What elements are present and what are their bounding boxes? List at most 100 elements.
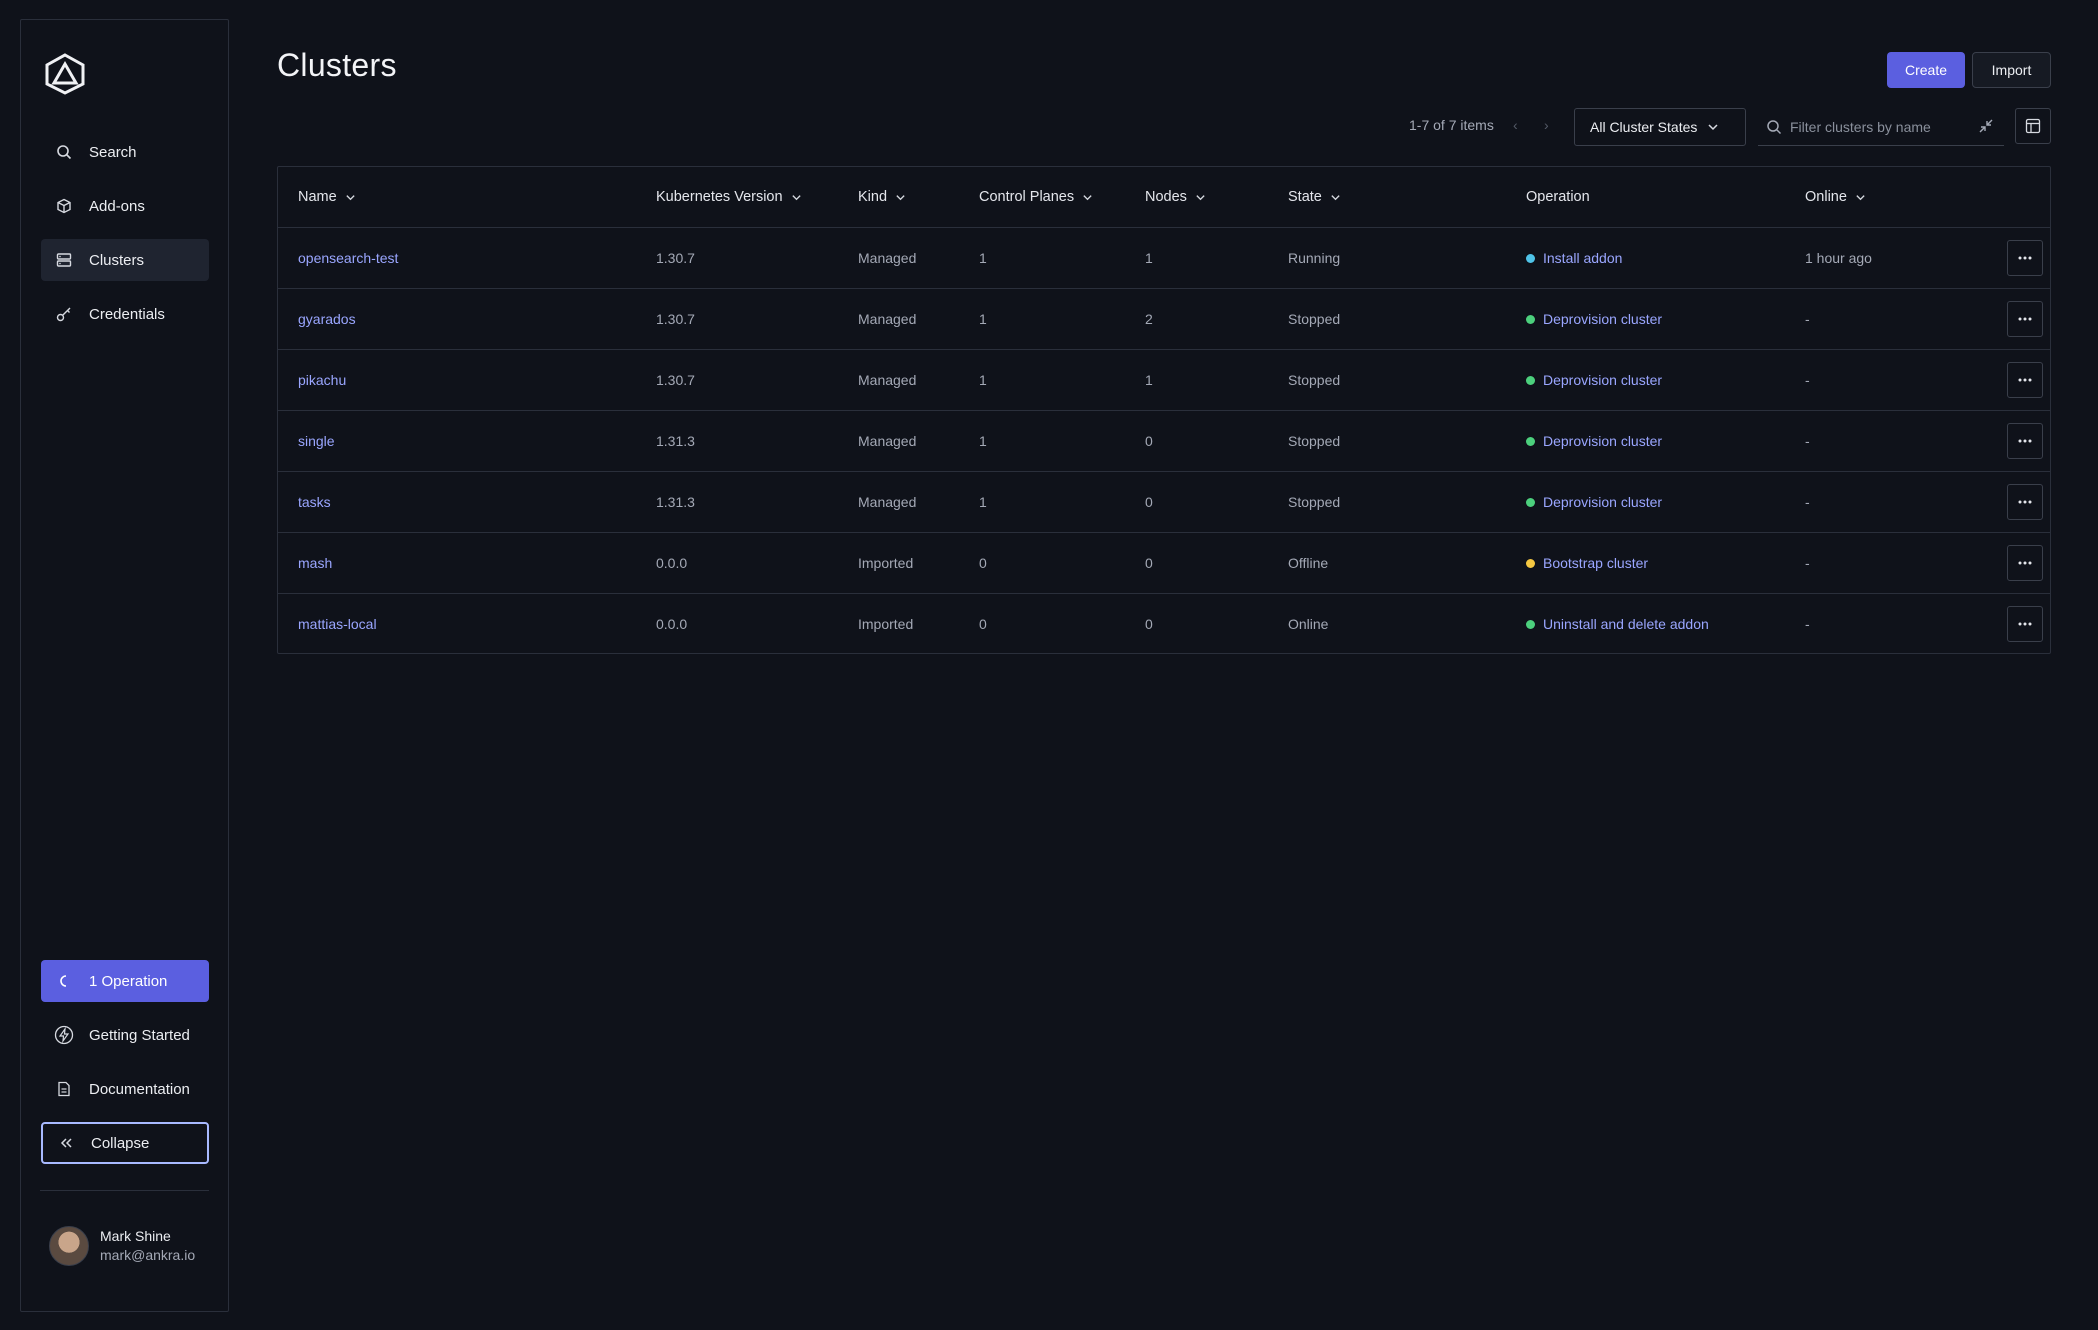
operation-link[interactable]: Uninstall and delete addon: [1543, 616, 1709, 632]
table-row[interactable]: mash 0.0.0 Imported 0 0 Offline Bootstrap clus…: [278, 533, 2050, 594]
cluster-name-link[interactable]: mattias-local: [298, 594, 377, 654]
online-status: -: [1805, 311, 1810, 327]
control-planes-count: 1: [979, 433, 987, 449]
nav-item-search[interactable]: Search: [41, 131, 209, 173]
cluster-name-link[interactable]: tasks: [298, 472, 331, 532]
kubernetes-version: 1.30.7: [656, 250, 695, 266]
cluster-kind: Managed: [858, 311, 917, 327]
key-icon: [54, 304, 74, 324]
column-header-nodes[interactable]: Nodes: [1145, 167, 1206, 227]
row-actions-button[interactable]: [2007, 545, 2043, 581]
column-label: Kind: [858, 189, 888, 205]
control-planes-count: 1: [979, 494, 987, 510]
column-header-kind[interactable]: Kind: [858, 167, 906, 227]
cluster-kind: Managed: [858, 250, 917, 266]
filter-field: [1758, 108, 2004, 146]
table-row[interactable]: opensearch-test 1.30.7 Managed 1 1 Running Ins…: [278, 228, 2050, 289]
table-layout-button[interactable]: [2015, 108, 2051, 144]
column-header-control-planes[interactable]: Control Planes: [979, 167, 1093, 227]
operation-link[interactable]: Install addon: [1543, 250, 1622, 266]
operation-link[interactable]: Deprovision cluster: [1543, 372, 1662, 388]
column-header-kubernetes-version[interactable]: Kubernetes Version: [656, 167, 802, 227]
control-planes-count: 1: [979, 372, 987, 388]
cluster-kind: Managed: [858, 494, 917, 510]
online-status: -: [1805, 555, 1810, 571]
operation-link[interactable]: Bootstrap cluster: [1543, 555, 1648, 571]
documentation-link[interactable]: Documentation: [41, 1068, 209, 1110]
package-icon: [54, 196, 74, 216]
cluster-name-link[interactable]: single: [298, 411, 335, 471]
table-row[interactable]: pikachu 1.30.7 Managed 1 1 Stopped Deprovision…: [278, 350, 2050, 411]
operation-link[interactable]: Deprovision cluster: [1543, 311, 1662, 327]
cluster-state: Online: [1288, 616, 1329, 632]
column-label: Online: [1805, 189, 1847, 205]
getting-started-link[interactable]: Getting Started: [41, 1014, 209, 1056]
online-status: -: [1805, 433, 1810, 449]
operation-cell: Deprovision cluster: [1526, 472, 1662, 532]
cluster-name-link[interactable]: mash: [298, 533, 332, 593]
nav-item-credentials[interactable]: Credentials: [41, 293, 209, 335]
status-dot-icon: [1526, 253, 1535, 263]
next-page-button[interactable]: ›: [1544, 117, 1549, 133]
status-dot-icon: [1526, 558, 1535, 568]
nav-label: Add-ons: [89, 197, 145, 215]
prev-page-button[interactable]: ‹: [1513, 117, 1518, 133]
cluster-state-dropdown[interactable]: All Cluster States: [1574, 108, 1746, 146]
minimize-icon[interactable]: [1978, 118, 1994, 134]
nodes-count: 2: [1145, 311, 1153, 327]
table-row[interactable]: gyarados 1.30.7 Managed 1 2 Stopped Deprovisio…: [278, 289, 2050, 350]
more-horizontal-icon: [2018, 622, 2032, 626]
column-header-operation: Operation: [1526, 167, 1590, 227]
nav-item-addons[interactable]: Add-ons: [41, 185, 209, 227]
cluster-state: Offline: [1288, 555, 1329, 571]
row-actions-button[interactable]: [2007, 362, 2043, 398]
nodes-count: 0: [1145, 494, 1153, 510]
operation-cell: Uninstall and delete addon: [1526, 594, 1709, 654]
operation-cell: Deprovision cluster: [1526, 289, 1662, 349]
cluster-kind: Imported: [858, 616, 914, 632]
control-planes-count: 1: [979, 311, 987, 327]
nav-item-clusters[interactable]: Clusters: [41, 239, 209, 281]
table-header: Name Kubernetes Version Kind Control Pla…: [278, 167, 2050, 228]
row-actions-button[interactable]: [2007, 606, 2043, 642]
row-actions-button[interactable]: [2007, 301, 2043, 337]
cluster-name-link[interactable]: gyarados: [298, 289, 356, 349]
row-actions-button[interactable]: [2007, 484, 2043, 520]
operation-link[interactable]: Deprovision cluster: [1543, 433, 1662, 449]
user-profile[interactable]: Mark Shine mark@ankra.io: [49, 1226, 195, 1266]
online-status: 1 hour ago: [1805, 250, 1872, 266]
operations-button[interactable]: 1 Operation: [41, 960, 209, 1002]
cluster-kind: Managed: [858, 433, 917, 449]
documentation-label: Documentation: [89, 1080, 190, 1098]
cluster-kind: Managed: [858, 372, 917, 388]
column-header-online[interactable]: Online: [1805, 167, 1866, 227]
chevrons-left-icon: [56, 1133, 76, 1153]
kubernetes-version: 0.0.0: [656, 616, 688, 632]
collapse-button[interactable]: Collapse: [41, 1122, 209, 1164]
avatar: [49, 1226, 89, 1266]
nav-label: Search: [89, 143, 137, 161]
table-row[interactable]: single 1.31.3 Managed 1 0 Stopped Deprovision …: [278, 411, 2050, 472]
more-horizontal-icon: [2018, 500, 2032, 504]
column-label: Name: [298, 189, 337, 205]
clusters-table: Name Kubernetes Version Kind Control Pla…: [277, 166, 2051, 654]
row-actions-button[interactable]: [2007, 240, 2043, 276]
cluster-name-link[interactable]: pikachu: [298, 350, 346, 410]
nodes-count: 0: [1145, 616, 1153, 632]
spinner-icon: [54, 971, 74, 991]
cluster-state-value: All Cluster States: [1590, 119, 1698, 135]
row-actions-button[interactable]: [2007, 423, 2043, 459]
cluster-name-link[interactable]: opensearch-test: [298, 228, 398, 288]
table-row[interactable]: tasks 1.31.3 Managed 1 0 Stopped Deprovision c…: [278, 472, 2050, 533]
create-button[interactable]: Create: [1887, 52, 1965, 88]
more-horizontal-icon: [2018, 378, 2032, 382]
column-header-state[interactable]: State: [1288, 167, 1341, 227]
column-header-name[interactable]: Name: [298, 167, 356, 227]
import-button[interactable]: Import: [1972, 52, 2051, 88]
cluster-state: Stopped: [1288, 433, 1341, 449]
filter-clusters-input[interactable]: [1790, 118, 1970, 135]
ankra-logo-icon[interactable]: [43, 52, 87, 96]
chevron-down-icon: [896, 194, 905, 200]
table-row[interactable]: mattias-local 0.0.0 Imported 0 0 Online Uninst…: [278, 594, 2050, 655]
operation-link[interactable]: Deprovision cluster: [1543, 494, 1662, 510]
